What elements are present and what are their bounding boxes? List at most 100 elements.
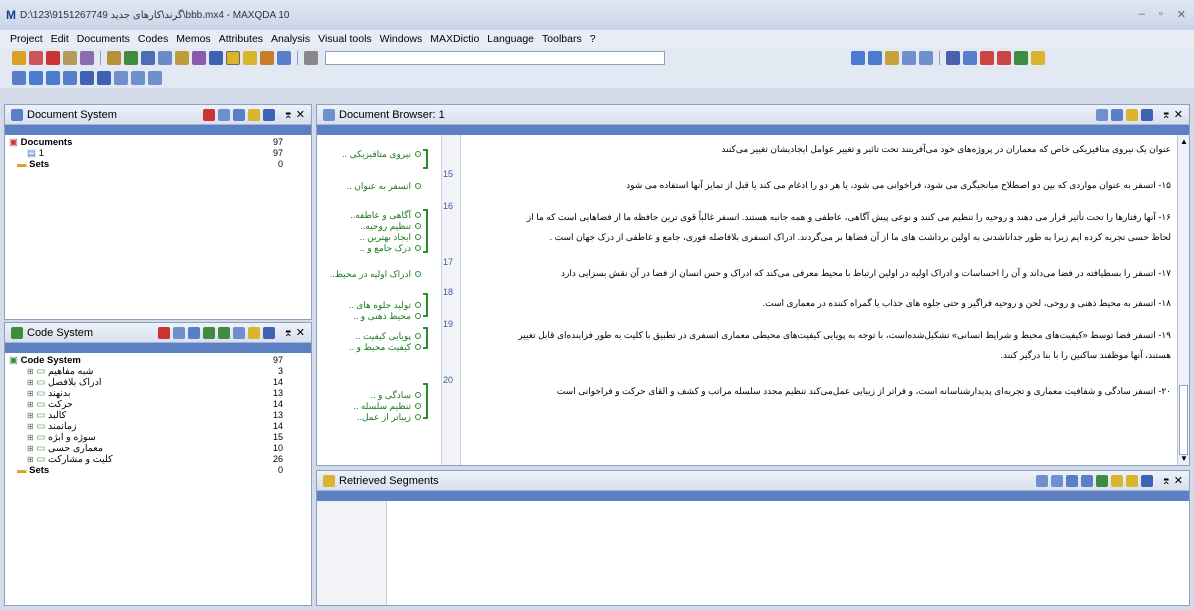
expand-icon[interactable]: ⊞: [27, 378, 34, 387]
menu-item-toolbars[interactable]: Toolbars: [542, 33, 582, 45]
code-marker-dot[interactable]: [415, 414, 421, 420]
memo-icon[interactable]: [1065, 474, 1078, 487]
code-marker-dot[interactable]: [415, 313, 421, 319]
code-row[interactable]: ⊞ ▭ ادراک بلافصل 14: [9, 377, 311, 388]
paragraph-text[interactable]: ۱۶- آنها رفتارها را تحت تأثیر قرار می ده…: [471, 209, 1171, 226]
code-marker-dot[interactable]: [415, 344, 421, 350]
menu-item-documents[interactable]: Documents: [77, 33, 130, 45]
expand-icon[interactable]: ⊞: [27, 400, 34, 409]
tree-row-sets[interactable]: ▬ Sets 0: [9, 465, 311, 476]
memo-icon[interactable]: [232, 108, 245, 121]
code-strip-label[interactable]: ایجاد بهترین ..: [360, 232, 411, 243]
code-strip-label[interactable]: پویایی کیفیت ..: [355, 331, 411, 342]
activate-icon[interactable]: [247, 326, 260, 339]
activate-icon[interactable]: [1110, 474, 1123, 487]
paragraph-text[interactable]: ۲۰- اتسفر سادگی و شفافیت معماری و تجربه‌…: [471, 383, 1171, 400]
frame-icon[interactable]: [114, 71, 128, 85]
code-row[interactable]: ⊞ ▭ حرکت 14: [9, 399, 311, 410]
code-segment-bracket[interactable]: [423, 293, 428, 317]
memo-icon[interactable]: [107, 51, 121, 65]
tree-row-sets[interactable]: ▬ Sets 0: [9, 159, 311, 170]
code-segment-bracket[interactable]: [423, 327, 428, 349]
print-icon[interactable]: [1110, 108, 1123, 121]
save-icon[interactable]: [172, 326, 185, 339]
code-marker-dot[interactable]: [415, 183, 421, 189]
code-strip-label[interactable]: تنظیم سلسله ..: [353, 401, 411, 412]
menu-item-windows[interactable]: Windows: [380, 33, 423, 45]
link-icon[interactable]: [124, 51, 138, 65]
indent-icon[interactable]: [63, 71, 77, 85]
pin-icon[interactable]: ⌆: [1162, 108, 1171, 121]
menu-item-edit[interactable]: Edit: [51, 33, 69, 45]
code-row[interactable]: ⊞ ▭ بدنهند 13: [9, 388, 311, 399]
code-icon[interactable]: [1095, 474, 1108, 487]
code-row[interactable]: ⊞ ▭ کلیت و مشارکت 26: [9, 454, 311, 465]
sigma-icon[interactable]: [946, 51, 960, 65]
code-marker-dot[interactable]: [415, 234, 421, 240]
code-strip-label[interactable]: تولید جلوه های ..: [349, 300, 411, 311]
chart-icon[interactable]: [260, 51, 274, 65]
code-matrix-icon[interactable]: [243, 51, 257, 65]
arrow-up-icon[interactable]: [29, 71, 43, 85]
paragraph-text[interactable]: ۱۹- اتسفر فضا توسط «کیفیت‌های محیط و شرا…: [471, 327, 1171, 344]
menu-item-analysis[interactable]: Analysis: [271, 33, 310, 45]
code-row[interactable]: ⊞ ▭ شبه مفاهیم 3: [9, 366, 311, 377]
scroll-up-icon[interactable]: ▲: [1180, 137, 1188, 146]
edit-icon[interactable]: [80, 51, 94, 65]
pin-icon[interactable]: ⌆: [1162, 474, 1171, 487]
search-icon[interactable]: [209, 51, 223, 65]
document-vertical-scrollbar[interactable]: ▲ ▼: [1177, 135, 1189, 465]
table-icon[interactable]: [141, 51, 155, 65]
frame-icon[interactable]: [1080, 474, 1093, 487]
activate-icon[interactable]: [1125, 108, 1138, 121]
expand-icon[interactable]: ⊞: [27, 422, 34, 431]
nav-prev-icon[interactable]: [868, 51, 882, 65]
menu-item-memos[interactable]: Memos: [176, 33, 210, 45]
expand-icon[interactable]: ⊞: [27, 444, 34, 453]
code-strip-label[interactable]: زیباتر از عمل..: [357, 412, 411, 423]
search-icon[interactable]: [262, 108, 275, 121]
code-strip-label[interactable]: اتسفر به عنوان ..: [347, 181, 411, 192]
paragraph-text[interactable]: ۱۷- اتسفر را بسطیافته در فضا می‌داند و آ…: [471, 265, 1171, 282]
save-icon[interactable]: [1095, 108, 1108, 121]
code-segment-bracket[interactable]: [423, 149, 428, 169]
find-icon[interactable]: [97, 71, 111, 85]
delete-icon[interactable]: [46, 51, 60, 65]
paragraph-text[interactable]: ۱۵- اتسفر به عنوان مواردی که بین دو اصطل…: [471, 177, 1171, 194]
scroll-down-icon[interactable]: ▼: [1180, 454, 1188, 463]
code-marker-dot[interactable]: [415, 271, 421, 277]
code-tree-icon[interactable]: [217, 326, 230, 339]
weight-icon[interactable]: [1125, 474, 1138, 487]
code-marker-dot[interactable]: [415, 212, 421, 218]
menu-item-codes[interactable]: Codes: [138, 33, 168, 45]
scroll-thumb[interactable]: [1179, 385, 1188, 455]
code-strip-label[interactable]: ادراک اولیه در محیط..: [330, 269, 411, 280]
grid-icon-2[interactable]: [131, 71, 145, 85]
code-marker-dot[interactable]: [415, 245, 421, 251]
paragraph-text[interactable]: هستند، آنها موظفند ساکنین را با بنا درگی…: [471, 347, 1171, 364]
arrow-down-icon[interactable]: [46, 71, 60, 85]
close-panel-icon[interactable]: ✕: [1174, 474, 1183, 487]
code-strip-label[interactable]: سادگی و ..: [371, 390, 411, 401]
tool-icon[interactable]: [63, 51, 77, 65]
search-icon[interactable]: [1140, 474, 1153, 487]
frame-icon[interactable]: [232, 326, 245, 339]
code-marker-dot[interactable]: [415, 151, 421, 157]
memo-icon[interactable]: [187, 326, 200, 339]
code-strip-label[interactable]: کیفیت محیط و ..: [349, 342, 411, 353]
expand-icon[interactable]: ⊞: [27, 389, 34, 398]
minimize-icon[interactable]: –: [1139, 8, 1145, 21]
code-marker-dot[interactable]: [415, 403, 421, 409]
tree-row-code-system[interactable]: ▣ Code System 97: [9, 355, 311, 366]
close-panel-icon[interactable]: ✕: [1174, 108, 1183, 121]
code-segment-bracket[interactable]: [423, 209, 428, 253]
text-search-input[interactable]: [325, 51, 665, 65]
align-icon[interactable]: [12, 71, 26, 85]
menu-item-language[interactable]: Language: [487, 33, 534, 45]
expand-icon[interactable]: ⊞: [27, 455, 34, 464]
pin-icon[interactable]: ⌆: [284, 108, 293, 121]
menu-item-[interactable]: ?: [590, 33, 596, 45]
code-icon[interactable]: [885, 51, 899, 65]
delete-icon[interactable]: [157, 326, 170, 339]
menu-item-project[interactable]: Project: [10, 33, 43, 45]
